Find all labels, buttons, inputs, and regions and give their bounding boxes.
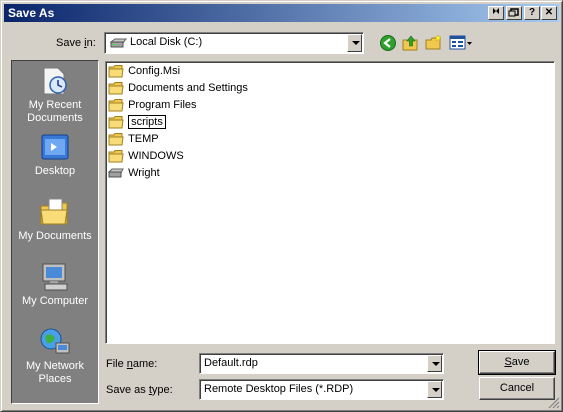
file-name: Program Files [128,99,197,111]
chevron-down-icon[interactable] [347,34,362,52]
file-name: Config.Msi [128,65,181,77]
save-as-type-value: Remote Desktop Files (*.RDP) [204,383,354,395]
restore-icon[interactable] [488,6,504,20]
file-list[interactable]: Config.Msi Documents and Settings Progra… [105,61,555,344]
recent-documents-icon [43,67,67,95]
list-item[interactable]: WINDOWS [108,149,184,165]
place-my-computer[interactable]: My Computer [12,261,98,308]
resize-grip-icon[interactable] [548,397,560,409]
folder-icon [108,150,124,163]
places-bar: My Recent Documents Desktop My Documents… [11,60,99,404]
save-as-dialog: Save As ? ✕ Save in: Local Disk (C:) My … [0,0,563,412]
maximize-icon[interactable] [506,6,522,20]
save-button[interactable]: Save [478,350,556,375]
save-in-value: Local Disk (C:) [130,36,203,48]
up-folder-icon[interactable] [402,34,420,52]
file-name-input[interactable]: Default.rdp [204,357,258,369]
folder-icon [108,133,124,146]
file-name: Documents and Settings [128,82,248,94]
place-label: My Documents [18,230,92,242]
drive-icon [108,168,124,178]
folder-icon [108,65,124,78]
title-bar[interactable]: Save As ? ✕ [4,4,559,22]
file-name-label: File name: [106,358,158,370]
file-name: Wright [128,167,160,179]
new-folder-icon[interactable] [425,34,443,52]
help-button[interactable]: ? [524,6,540,20]
drive-icon [109,37,127,52]
place-label: Desktop [34,165,76,177]
save-as-type-label: Save as type: [106,384,173,396]
folder-icon [108,82,124,95]
chevron-down-icon[interactable] [427,381,442,398]
list-item[interactable]: TEMP [108,132,159,148]
file-name-combo[interactable]: Default.rdp [199,353,444,374]
list-item[interactable]: scripts [108,115,166,131]
folder-icon [108,99,124,112]
save-in-dropdown[interactable]: Local Disk (C:) [104,32,364,54]
place-my-network-places[interactable]: My Network Places [12,326,98,386]
place-my-documents[interactable]: My Documents [12,196,98,243]
chevron-down-icon[interactable] [427,355,442,372]
list-item[interactable]: Wright [108,166,160,182]
list-item[interactable]: Program Files [108,98,197,114]
network-places-icon [40,328,70,354]
desktop-icon [41,134,69,160]
view-menu-icon[interactable] [449,34,473,52]
rename-field[interactable]: scripts [128,115,166,129]
list-item[interactable]: Documents and Settings [108,81,248,97]
save-in-label: Save in: [56,37,96,49]
my-computer-icon [42,263,68,291]
list-item[interactable]: Config.Msi [108,64,180,80]
cancel-button[interactable]: Cancel [479,377,555,400]
close-button[interactable]: ✕ [541,6,557,20]
back-arrow-icon[interactable] [379,34,397,52]
folder-icon [108,116,124,129]
place-desktop[interactable]: Desktop [12,131,98,178]
window-title: Save As [8,6,55,20]
place-label: My Recent Documents [27,99,83,124]
my-documents-icon [40,198,68,225]
place-label: My Network Places [25,360,85,385]
file-name: TEMP [128,133,159,145]
place-label: My Computer [21,295,89,307]
place-my-recent-documents[interactable]: My Recent Documents [12,65,98,125]
save-as-type-dropdown[interactable]: Remote Desktop Files (*.RDP) [199,379,444,400]
file-name: WINDOWS [128,150,184,162]
